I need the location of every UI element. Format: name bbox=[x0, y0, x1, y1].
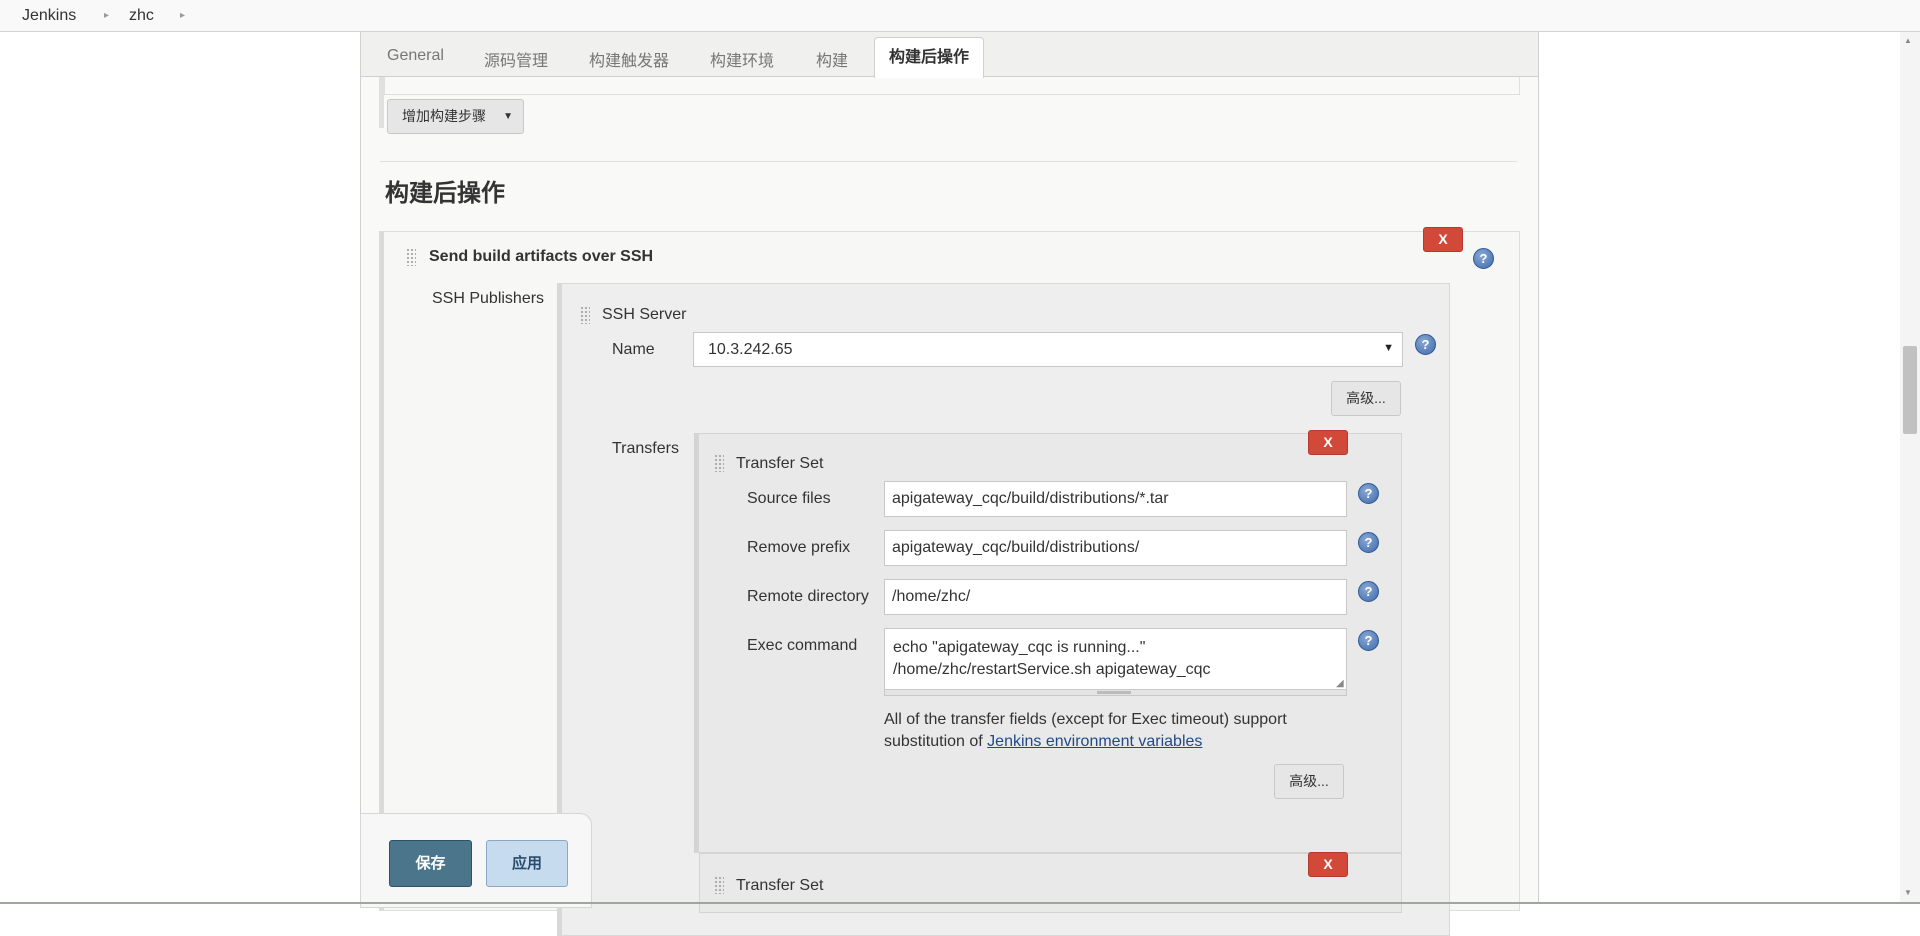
transfer-help-text: All of the transfer fields (except for E… bbox=[884, 709, 1324, 753]
remote-directory-value: /home/zhc/ bbox=[892, 588, 971, 605]
jenkins-env-vars-link[interactable]: Jenkins environment variables bbox=[987, 733, 1202, 750]
caret-down-icon: ▼ bbox=[503, 111, 513, 122]
help-icon[interactable]: ? bbox=[1358, 581, 1379, 602]
server-advanced-button[interactable]: 高级... bbox=[1331, 381, 1401, 416]
exec-command-line: echo "apigateway_cqc is running..." bbox=[893, 639, 1146, 656]
post-build-section-title: 构建后操作 bbox=[385, 180, 505, 207]
tab-scm[interactable]: 源码管理 bbox=[484, 47, 548, 71]
scroll-down-icon[interactable]: ▼ bbox=[1904, 888, 1912, 897]
exec-command-line: /home/zhc/restartService.sh apigateway_c… bbox=[893, 661, 1211, 678]
tab-build[interactable]: 构建 bbox=[816, 47, 848, 71]
server-name-select[interactable]: 10.3.242.65 ▼ bbox=[693, 332, 1403, 367]
ssh-server-title: SSH Server bbox=[602, 306, 687, 323]
breadcrumb-bar: Jenkins ▸ zhc ▸ bbox=[0, 0, 1920, 32]
remove-prefix-label: Remove prefix bbox=[747, 539, 851, 556]
tab-build-environment[interactable]: 构建环境 bbox=[710, 47, 774, 71]
source-files-value: apigateway_cqc/build/distributions/*.tar bbox=[892, 490, 1169, 507]
server-name-value: 10.3.242.65 bbox=[708, 341, 793, 358]
add-build-step-button[interactable]: 增加构建步骤 ▼ bbox=[387, 99, 524, 134]
transfer-advanced-button[interactable]: 高级... bbox=[1274, 764, 1344, 799]
help-icon[interactable]: ? bbox=[1358, 532, 1379, 553]
exec-command-label: Exec command bbox=[747, 637, 858, 654]
transfer-set-title: Transfer Set bbox=[736, 455, 824, 472]
build-step-tail bbox=[384, 77, 1520, 95]
help-icon[interactable]: ? bbox=[1415, 334, 1436, 355]
delete-transfer-set-button[interactable]: X bbox=[1308, 430, 1348, 455]
scroll-up-icon[interactable]: ▲ bbox=[1904, 36, 1912, 45]
help-icon[interactable]: ? bbox=[1358, 630, 1379, 651]
source-files-input[interactable]: apigateway_cqc/build/distributions/*.tar bbox=[884, 481, 1347, 517]
ssh-publishers-label: SSH Publishers bbox=[432, 290, 545, 307]
exec-command-textarea[interactable]: echo "apigateway_cqc is running..." /hom… bbox=[884, 628, 1347, 690]
breadcrumb-separator-icon[interactable]: ▸ bbox=[104, 10, 109, 21]
build-section-tail bbox=[379, 77, 1520, 128]
remote-directory-label: Remote directory bbox=[747, 588, 869, 605]
source-files-label: Source files bbox=[747, 490, 831, 507]
delete-ssh-publisher-button[interactable]: X bbox=[1423, 227, 1463, 252]
tab-build-triggers[interactable]: 构建触发器 bbox=[589, 47, 669, 71]
delete-transfer-set-2-button[interactable]: X bbox=[1308, 852, 1348, 877]
breadcrumb-zhc[interactable]: zhc bbox=[129, 7, 154, 25]
drag-handle-icon[interactable] bbox=[714, 454, 724, 472]
drag-handle-icon[interactable] bbox=[714, 876, 724, 894]
remote-directory-input[interactable]: /home/zhc/ bbox=[884, 579, 1347, 615]
breadcrumb-separator-icon[interactable]: ▸ bbox=[180, 10, 185, 21]
tab-post-build[interactable]: 构建后操作 bbox=[874, 37, 985, 78]
save-button[interactable]: 保存 bbox=[389, 840, 472, 887]
help-icon[interactable]: ? bbox=[1358, 483, 1379, 504]
section-divider bbox=[380, 161, 1517, 162]
server-name-label: Name bbox=[612, 341, 655, 358]
dropdown-arrow-icon: ▼ bbox=[1383, 342, 1394, 354]
scrollbar-track[interactable] bbox=[1900, 32, 1920, 904]
resize-corner-icon[interactable]: ◢ bbox=[1336, 678, 1344, 689]
breadcrumb-jenkins[interactable]: Jenkins bbox=[22, 7, 76, 25]
grip-icon bbox=[1097, 691, 1131, 694]
remove-prefix-input[interactable]: apigateway_cqc/build/distributions/ bbox=[884, 530, 1347, 566]
tab-bar: General 源码管理 构建触发器 构建环境 构建 构建后操作 bbox=[361, 32, 1538, 78]
transfers-label: Transfers bbox=[612, 440, 679, 457]
apply-button[interactable]: 应用 bbox=[486, 840, 568, 887]
textarea-resize-handle[interactable] bbox=[884, 690, 1347, 696]
remove-prefix-value: apigateway_cqc/build/distributions/ bbox=[892, 539, 1140, 556]
ssh-publisher-title: Send build artifacts over SSH bbox=[429, 248, 654, 265]
add-build-step-label: 增加构建步骤 bbox=[402, 108, 486, 124]
transfer-set-2-title: Transfer Set bbox=[736, 877, 824, 894]
tab-general[interactable]: General bbox=[387, 47, 444, 65]
drag-handle-icon[interactable] bbox=[406, 248, 416, 266]
drag-handle-icon[interactable] bbox=[580, 306, 590, 324]
scrollbar-thumb[interactable] bbox=[1903, 346, 1917, 434]
help-icon[interactable]: ? bbox=[1473, 248, 1494, 269]
